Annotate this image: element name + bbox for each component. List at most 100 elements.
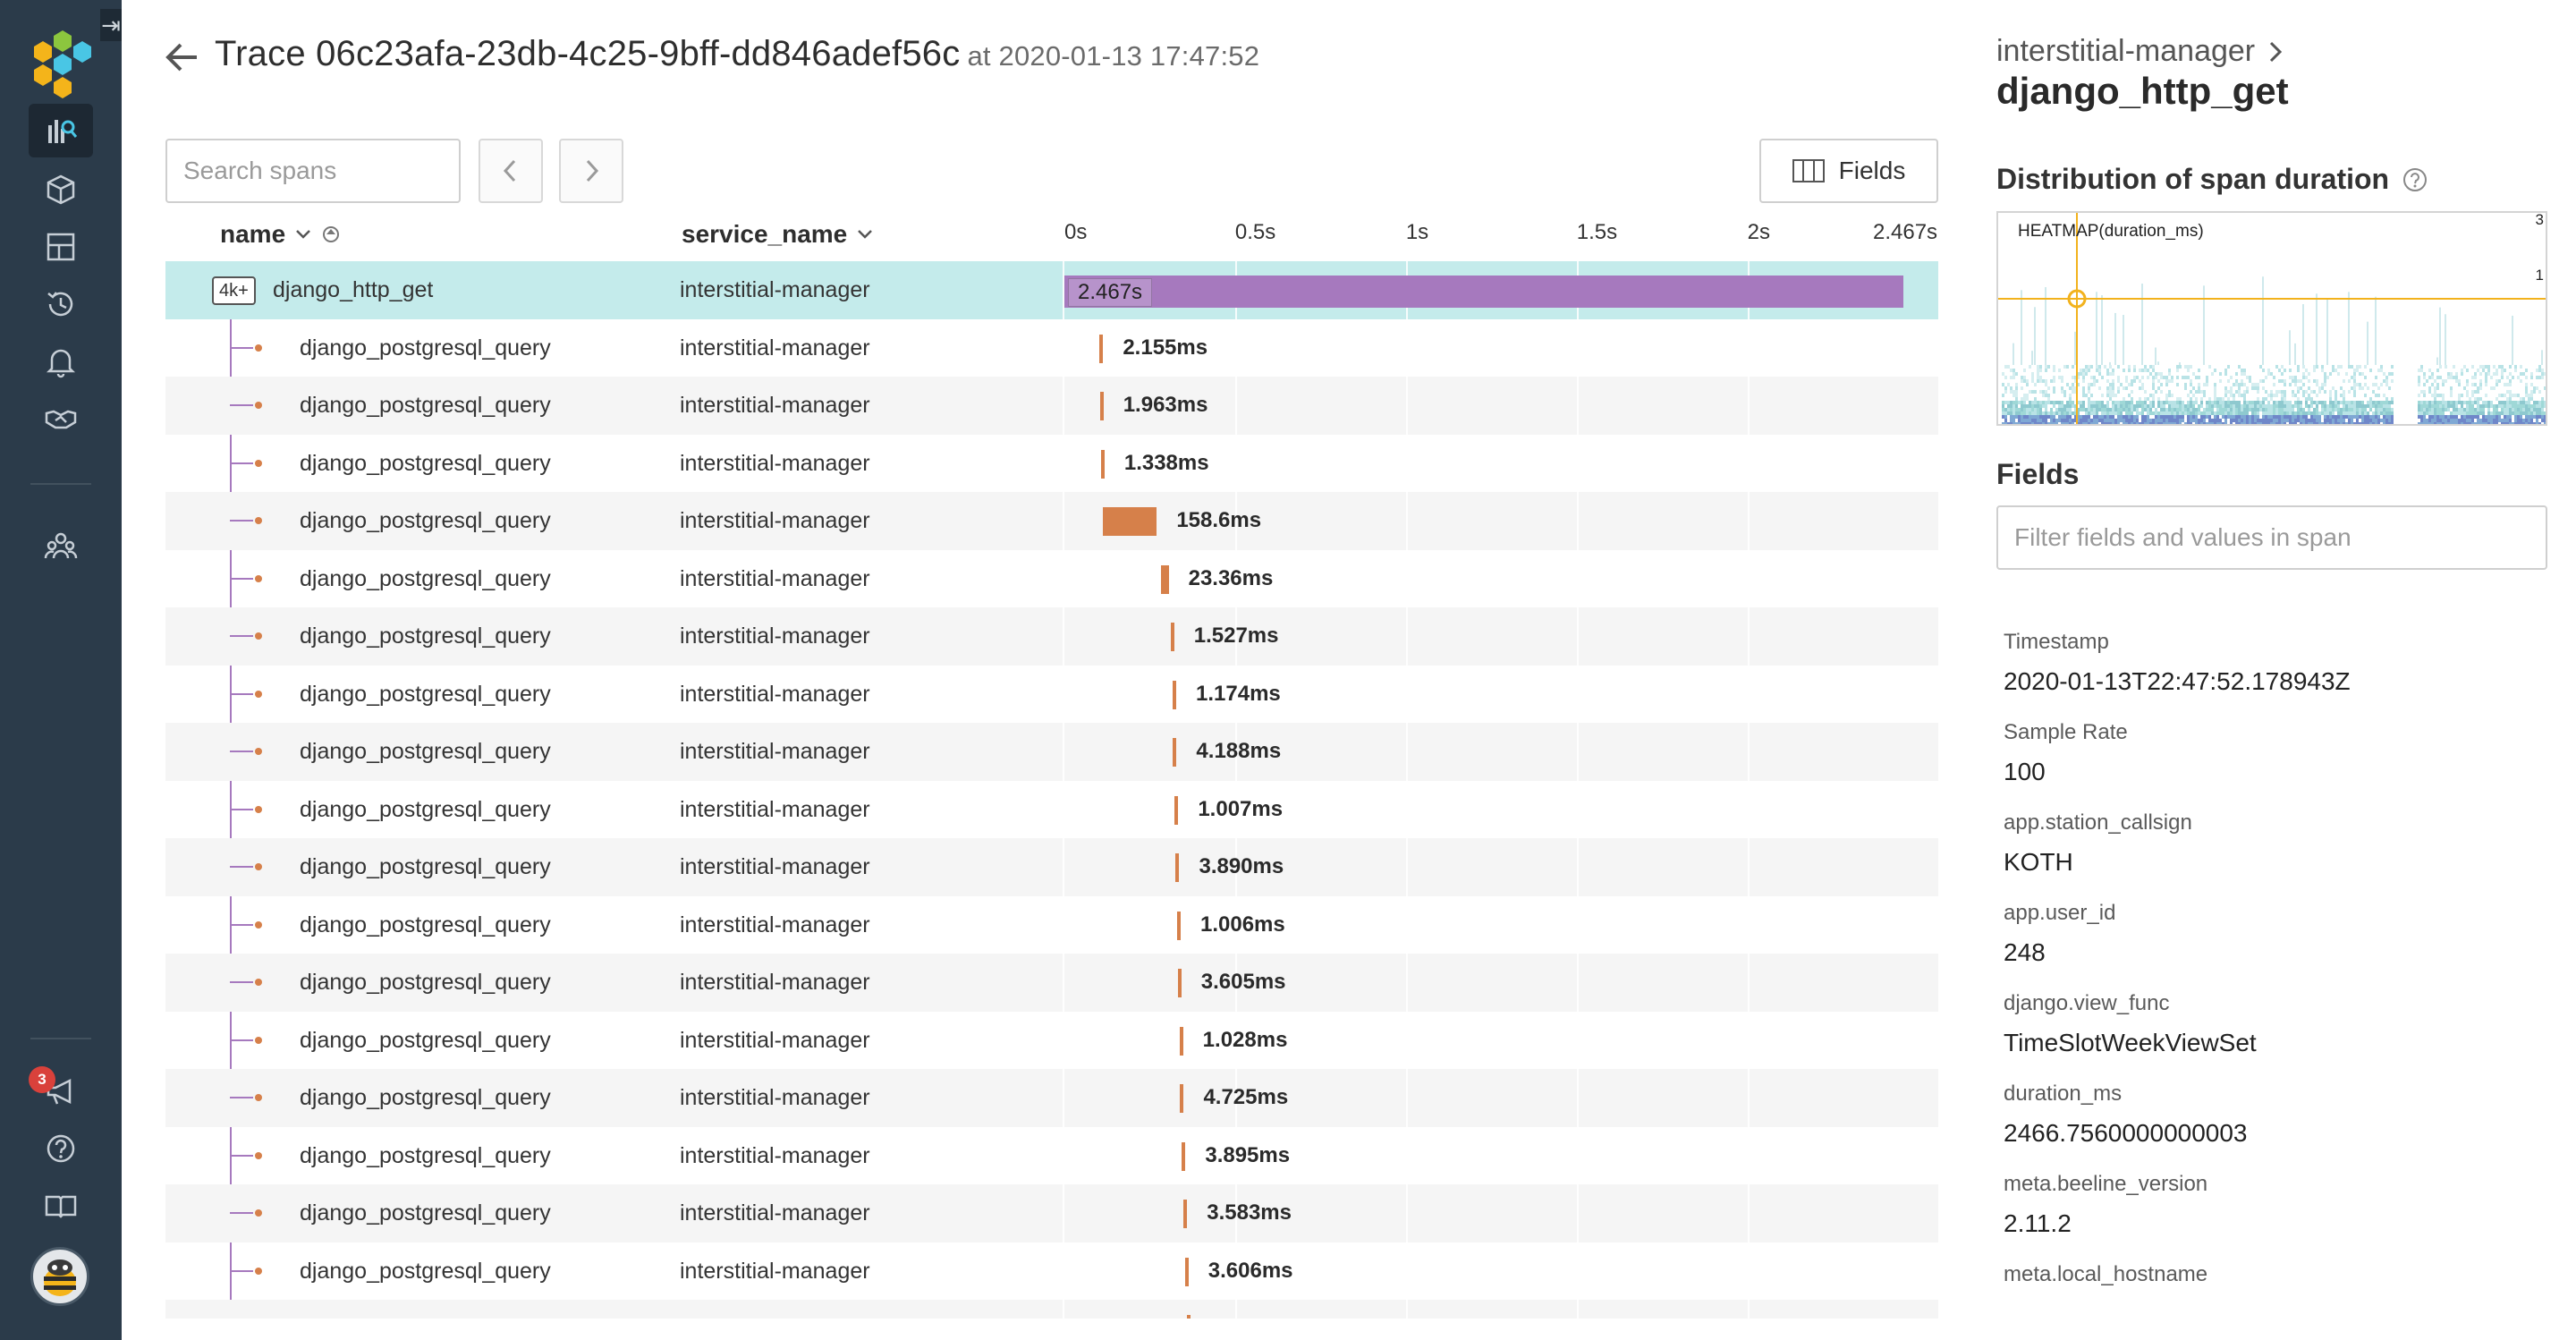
heatmap-cell: [2343, 390, 2345, 394]
nav-boards[interactable]: [29, 220, 93, 274]
span-duration-bar[interactable]: [1175, 853, 1180, 882]
heatmap-cell: [2144, 390, 2147, 394]
span-service-breadcrumb[interactable]: interstitial-manager: [1996, 34, 2284, 69]
span-row[interactable]: django_postgresql_query interstitial-mana…: [165, 780, 1938, 838]
nav-history[interactable]: [29, 277, 93, 331]
column-header-name[interactable]: name: [220, 220, 341, 249]
span-row[interactable]: django_postgresql_query interstitial-mana…: [165, 723, 1938, 781]
nav-help[interactable]: [29, 1122, 93, 1175]
span-row[interactable]: django_postgresql_query interstitial-mana…: [165, 1184, 1938, 1242]
heatmap-cell: [2544, 372, 2546, 376]
heatmap-cell: [2182, 415, 2184, 419]
span-duration-label: 2.155ms: [1123, 335, 1208, 360]
span-duration-bar[interactable]: [1180, 1084, 1184, 1113]
nav-slo[interactable]: [29, 392, 93, 445]
field-value[interactable]: 100: [2004, 758, 2046, 786]
span-row[interactable]: django_postgresql_query interstitial-mana…: [165, 1069, 1938, 1127]
span-duration-bar[interactable]: [1184, 1257, 1189, 1286]
span-duration-bar[interactable]: [1183, 1200, 1188, 1228]
span-duration-bar[interactable]: [1064, 276, 1903, 308]
heatmap-cell: [2300, 415, 2302, 419]
heatmap-cell: [2165, 397, 2168, 401]
span-duration-bar[interactable]: [1170, 623, 1174, 651]
heatmap-cell: [2120, 411, 2123, 415]
heatmap-plot[interactable]: [1998, 213, 2547, 426]
span-row[interactable]: django_postgresql_query interstitial-mana…: [165, 838, 1938, 896]
span-duration-bar[interactable]: [1102, 507, 1157, 536]
span-duration-bar[interactable]: [1160, 564, 1169, 594]
span-row[interactable]: django_postgresql_query interstitial-mana…: [165, 1126, 1938, 1184]
nav-datasets[interactable]: [29, 163, 93, 216]
field-value[interactable]: 2020-01-13T22:47:52.178943Z: [2004, 667, 2351, 696]
next-span-button[interactable]: [559, 139, 623, 203]
span-row[interactable]: django_postgresql_query interstitial-mana…: [165, 954, 1938, 1012]
span-duration-bar[interactable]: [1173, 738, 1177, 767]
heatmap-cell: [2308, 386, 2310, 390]
heatmap-cell: [2453, 415, 2455, 419]
span-duration-bar[interactable]: [1099, 392, 1104, 420]
field-value[interactable]: 2466.7560000000003: [2004, 1119, 2248, 1148]
heatmap-cell: [2101, 422, 2104, 424]
heatmap-cell: [2042, 422, 2045, 424]
duration-heatmap[interactable]: HEATMAP(duration_ms) 3 1: [1996, 211, 2547, 426]
heatmap-cell: [2479, 386, 2482, 390]
span-duration-bar[interactable]: [1179, 1026, 1183, 1056]
span-duration-bar[interactable]: [1173, 680, 1177, 709]
back-arrow-icon[interactable]: [163, 38, 202, 77]
heatmap-cell: [2208, 365, 2211, 369]
honeycomb-logo[interactable]: [16, 27, 106, 98]
span-row[interactable]: django_postgresql_query interstitial-mana…: [165, 1242, 1938, 1300]
nav-triggers[interactable]: [29, 335, 93, 388]
span-duration-bar[interactable]: [1187, 1315, 1191, 1319]
span-duration-bar[interactable]: [1174, 795, 1179, 825]
column-header-service[interactable]: service_name: [682, 220, 874, 249]
previous-span-button[interactable]: [479, 139, 543, 203]
span-duration-bar[interactable]: [1099, 334, 1104, 363]
heatmap-cell: [2321, 408, 2324, 411]
nav-query[interactable]: [29, 104, 93, 157]
span-duration-bar[interactable]: [1177, 911, 1181, 940]
span-duration-bar[interactable]: [1100, 449, 1105, 479]
fields-button[interactable]: Fields: [1759, 139, 1938, 203]
span-duration-bar[interactable]: [1182, 1141, 1186, 1171]
heatmap-cell: [2340, 415, 2343, 419]
field-value[interactable]: 248: [2004, 938, 2046, 967]
sort-icon[interactable]: [321, 225, 341, 244]
field-value[interactable]: TimeSlotWeekViewSet: [2004, 1029, 2257, 1057]
span-row-partial[interactable]: [165, 1300, 1938, 1319]
span-row[interactable]: django_postgresql_query interstitial-mana…: [165, 434, 1938, 492]
span-row[interactable]: django_postgresql_query interstitial-mana…: [165, 549, 1938, 607]
span-row[interactable]: django_postgresql_query interstitial-mana…: [165, 895, 1938, 954]
heatmap-cell: [2442, 408, 2445, 411]
heatmap-cell: [2131, 390, 2133, 394]
field-value[interactable]: 2.11.2: [2004, 1209, 2072, 1238]
heatmap-cell: [2171, 394, 2174, 397]
help-icon[interactable]: [2402, 166, 2428, 193]
heatmap-cell: [2453, 404, 2455, 408]
span-row[interactable]: django_postgresql_query interstitial-mana…: [165, 1011, 1938, 1069]
span-row[interactable]: django_postgresql_query interstitial-mana…: [165, 318, 1938, 377]
heatmap-cell: [2284, 379, 2286, 383]
heatmap-cell: [2520, 422, 2522, 424]
nav-docs[interactable]: [29, 1179, 93, 1233]
span-row[interactable]: django_postgresql_query interstitial-mana…: [165, 607, 1938, 666]
collapse-nav-icon[interactable]: ⇥: [100, 9, 122, 41]
span-duration-bar[interactable]: [1177, 969, 1182, 997]
root-span-row[interactable]: 4k+ django_http_get interstitial-manager 2.…: [165, 261, 1938, 319]
child-count-badge[interactable]: 4k+: [212, 276, 256, 305]
field-value[interactable]: KOTH: [2004, 848, 2073, 877]
user-avatar[interactable]: [30, 1247, 89, 1306]
heatmap-cell: [2233, 383, 2235, 386]
span-row[interactable]: django_postgresql_query interstitial-mana…: [165, 492, 1938, 550]
span-name: django_postgresql_query: [300, 508, 551, 533]
span-duration-label: 4.188ms: [1196, 739, 1282, 763]
nav-team[interactable]: [29, 519, 93, 572]
heatmap-cell: [2270, 419, 2273, 422]
span-row[interactable]: django_postgresql_query interstitial-mana…: [165, 665, 1938, 723]
heatmap-cell: [2498, 394, 2501, 397]
tree-node-dot: [255, 1094, 262, 1101]
span-row[interactable]: django_postgresql_query interstitial-mana…: [165, 377, 1938, 435]
filter-fields-input[interactable]: [1996, 505, 2547, 570]
search-spans-input[interactable]: [165, 139, 461, 203]
heatmap-cell: [2243, 422, 2246, 424]
